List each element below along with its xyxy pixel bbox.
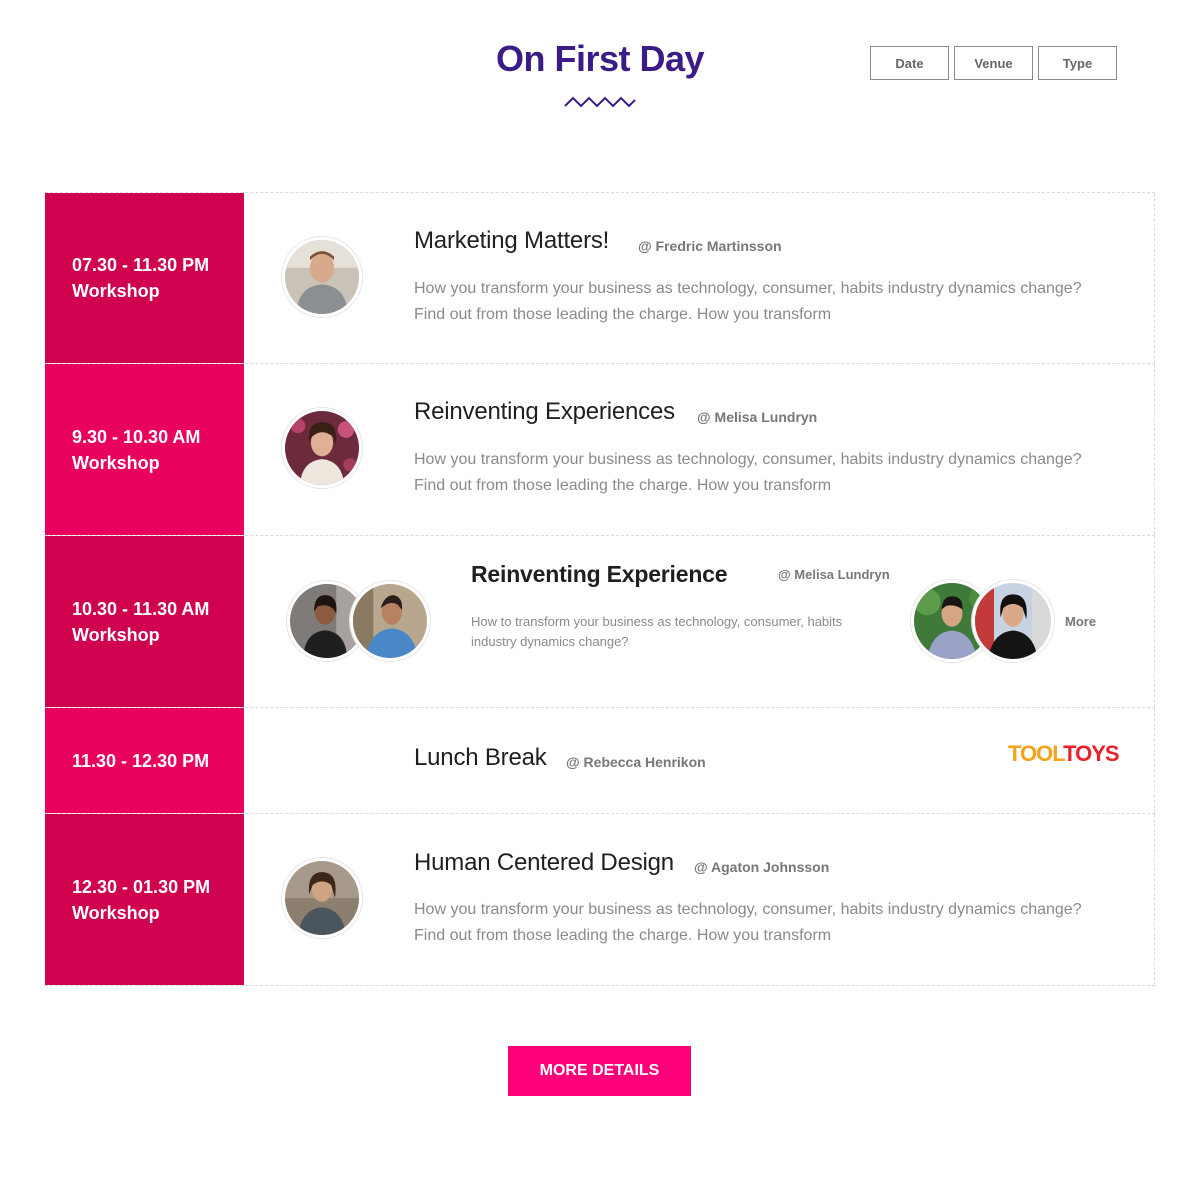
session-kind: Workshop (72, 902, 160, 923)
speaker-avatar[interactable] (972, 580, 1054, 662)
speaker-name[interactable]: @ Fredric Martinsson (638, 238, 782, 254)
session-title[interactable]: Reinventing Experience (471, 561, 728, 588)
description-line: How you transform your business as techn… (414, 901, 1082, 918)
schedule-row: 12.30 - 01.30 PM Workshop Human Centered… (45, 814, 1155, 986)
description-line: Find out from those leading the charge. … (414, 306, 832, 323)
session-description: How to transform your business as techno… (471, 612, 911, 652)
speaker-name[interactable]: @ Agaton Johnsson (694, 859, 829, 875)
session-content: Reinventing Experience @ Melisa Lundryn … (244, 536, 1155, 707)
speaker-avatar[interactable] (282, 408, 362, 488)
session-description: How you transform your business as techn… (414, 897, 1114, 949)
schedule-row: 11.30 - 12.30 PM Lunch Break @ Rebecca H… (45, 708, 1155, 814)
session-content: Lunch Break @ Rebecca Henrikon TOOLTOYS (244, 708, 1155, 813)
page-header: On First Day Date Venue Type (0, 0, 1185, 140)
logo-tool-text: TOOL (1008, 741, 1064, 766)
session-title[interactable]: Human Centered Design (414, 849, 674, 877)
filter-type-button[interactable]: Type (1038, 46, 1117, 80)
time-slot: 11.30 - 12.30 PM (45, 708, 244, 813)
time-range: 10.30 - 11.30 AM (72, 598, 210, 619)
schedule-row: 10.30 - 11.30 AM Workshop Reinventing Ex… (45, 536, 1155, 708)
time-range: 12.30 - 01.30 PM (72, 876, 211, 897)
speaker-name[interactable]: @ Rebecca Henrikon (566, 754, 706, 770)
speaker-name[interactable]: @ Melisa Lundryn (697, 409, 817, 425)
sponsor-logo[interactable]: TOOLTOYS (1008, 741, 1120, 767)
more-speakers-link[interactable]: More (1065, 614, 1096, 629)
session-content: Human Centered Design @ Agaton Johnsson … (244, 814, 1155, 985)
speaker-name[interactable]: @ Melisa Lundryn (778, 567, 890, 582)
description-line: How to transform your business as techno… (471, 614, 843, 629)
title-squiggle-divider (564, 96, 636, 108)
session-description: How you transform your business as techn… (414, 276, 1114, 328)
speaker-avatar[interactable] (350, 581, 430, 661)
description-line: Find out from those leading the charge. … (414, 927, 832, 944)
time-slot: 12.30 - 01.30 PM Workshop (45, 814, 244, 985)
session-description: How you transform your business as techn… (414, 447, 1114, 499)
session-kind: Workshop (72, 281, 160, 301)
description-line: How you transform your business as techn… (414, 280, 1082, 297)
time-range: 11.30 - 12.30 PM (72, 750, 210, 771)
schedule-list: 07.30 - 11.30 PM Workshop Marketing Matt… (45, 192, 1155, 986)
session-content: Reinventing Experiences @ Melisa Lundryn… (244, 364, 1155, 535)
session-content: Marketing Matters! @ Fredric Martinsson … (244, 193, 1155, 363)
speaker-avatar[interactable] (282, 858, 362, 938)
time-slot: 9.30 - 10.30 AM Workshop (45, 364, 244, 535)
more-details-button[interactable]: MORE DETAILS (508, 1046, 691, 1096)
speaker-avatar[interactable] (282, 237, 362, 317)
filter-venue-button[interactable]: Venue (954, 46, 1033, 80)
session-title[interactable]: Marketing Matters! (414, 227, 609, 255)
description-line: Find out from those leading the charge. … (414, 477, 832, 494)
filter-date-button[interactable]: Date (870, 46, 949, 80)
session-kind: Workshop (72, 624, 160, 645)
schedule-row: 9.30 - 10.30 AM Workshop Reinventing Exp… (45, 364, 1155, 536)
schedule-row: 07.30 - 11.30 PM Workshop Marketing Matt… (45, 192, 1155, 364)
time-range: 9.30 - 10.30 AM (72, 426, 201, 447)
time-slot: 07.30 - 11.30 PM Workshop (45, 193, 244, 363)
description-line: How you transform your business as techn… (414, 451, 1082, 468)
session-title[interactable]: Lunch Break (414, 744, 547, 772)
time-range: 07.30 - 11.30 PM (72, 255, 210, 275)
session-title[interactable]: Reinventing Experiences (414, 398, 675, 426)
logo-toys-text: TOYS (1063, 741, 1120, 766)
filter-buttons: Date Venue Type (870, 46, 1117, 80)
time-slot: 10.30 - 11.30 AM Workshop (45, 536, 244, 707)
session-kind: Workshop (72, 452, 160, 473)
description-line: industry dynamics change? (471, 634, 629, 649)
